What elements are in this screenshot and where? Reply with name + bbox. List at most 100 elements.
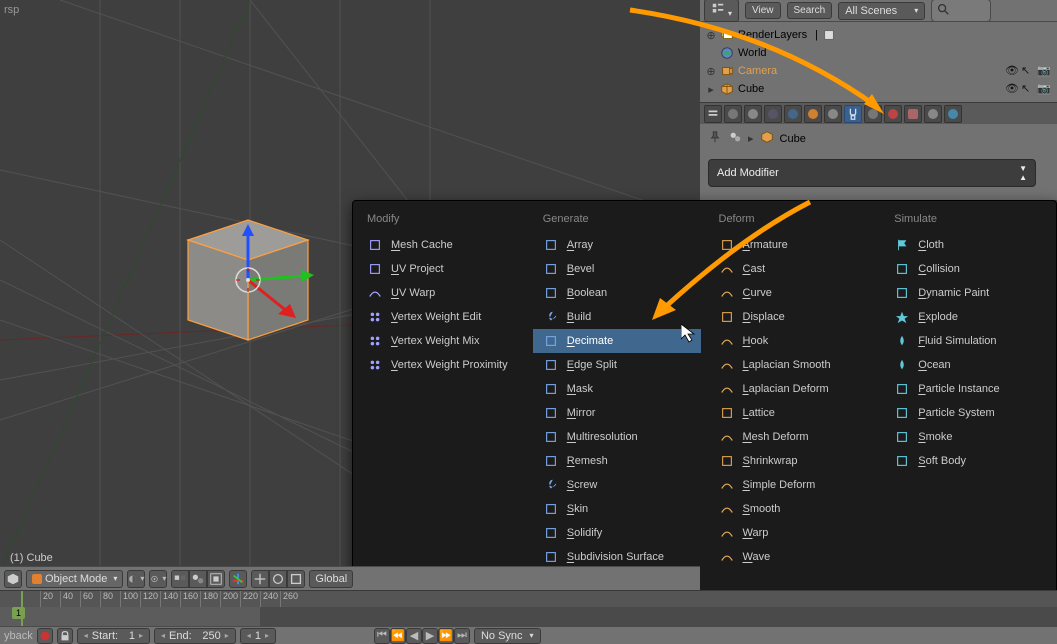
modifier-wave[interactable]: Wave: [709, 545, 877, 569]
keyframe-next-icon[interactable]: ⏩: [438, 628, 454, 644]
modifier-simple-deform[interactable]: Simple Deform: [709, 473, 877, 497]
orientation-dropdown[interactable]: Global: [309, 570, 353, 588]
modifier-curve[interactable]: Curve: [709, 281, 877, 305]
prop-tab-particles[interactable]: [924, 105, 942, 123]
manip-rotate[interactable]: [269, 570, 287, 588]
layer-button[interactable]: [171, 570, 189, 588]
render-icon[interactable]: 📷: [1037, 82, 1051, 96]
layer-button[interactable]: [207, 570, 225, 588]
render-icon[interactable]: 📷: [1037, 64, 1051, 78]
outliner-row-renderlayers[interactable]: ⊕ RenderLayers |: [706, 26, 1051, 44]
record-icon[interactable]: [37, 628, 53, 644]
outliner-row-camera[interactable]: ⊕ Camera 👁 ↖ 📷: [706, 62, 1051, 80]
pivot-dropdown[interactable]: ▾: [149, 570, 167, 588]
modifier-particle-system[interactable]: Particle System: [884, 401, 1052, 425]
modifier-uv-warp[interactable]: UV Warp: [357, 281, 525, 305]
editor-type-icon[interactable]: ▾: [704, 0, 739, 22]
outliner-search-menu[interactable]: Search: [787, 2, 833, 19]
prop-tab-data[interactable]: [864, 105, 882, 123]
modifier-explode[interactable]: Explode: [884, 305, 1052, 329]
modifier-mesh-deform[interactable]: Mesh Deform: [709, 425, 877, 449]
expand-icon[interactable]: ▸: [706, 83, 716, 96]
modifier-smoke[interactable]: Smoke: [884, 425, 1052, 449]
prop-tab-constraints[interactable]: [824, 105, 842, 123]
viewport-shading-dropdown[interactable]: ▾: [127, 570, 145, 588]
modifier-uv-project[interactable]: UV Project: [357, 257, 525, 281]
timeline[interactable]: 20406080100120140160180200220240260 1: [0, 590, 1057, 626]
modifier-bevel[interactable]: Bevel: [533, 257, 701, 281]
modifier-vertex-weight-proximity[interactable]: Vertex Weight Proximity: [357, 353, 525, 377]
keyframe-prev-icon[interactable]: ⏪: [390, 628, 406, 644]
modifier-solidify[interactable]: Solidify: [533, 521, 701, 545]
modifier-shrinkwrap[interactable]: Shrinkwrap: [709, 449, 877, 473]
prop-tab-material[interactable]: [884, 105, 902, 123]
modifier-fluid-simulation[interactable]: Fluid Simulation: [884, 329, 1052, 353]
prop-tab-world[interactable]: [784, 105, 802, 123]
editor-type-icon[interactable]: [4, 570, 22, 588]
outliner-scope-dropdown[interactable]: All Scenes▾: [838, 2, 925, 20]
outliner-search-input[interactable]: [931, 0, 991, 22]
modifier-array[interactable]: Array: [533, 233, 701, 257]
modifier-laplacian-deform[interactable]: Laplacian Deform: [709, 377, 877, 401]
outliner-row-cube[interactable]: ▸ Cube 👁 ↖ 📷: [706, 80, 1051, 98]
end-frame-field[interactable]: ◂End: 250▸: [154, 628, 236, 644]
modifier-vertex-weight-edit[interactable]: Vertex Weight Edit: [357, 305, 525, 329]
layer-button[interactable]: [189, 570, 207, 588]
start-frame-field[interactable]: ◂Start: 1▸: [77, 628, 150, 644]
modifier-multiresolution[interactable]: Multiresolution: [533, 425, 701, 449]
modifier-particle-instance[interactable]: Particle Instance: [884, 377, 1052, 401]
modifier-armature[interactable]: Armature: [709, 233, 877, 257]
eye-icon[interactable]: 👁: [1005, 82, 1019, 96]
modifier-soft-body[interactable]: Soft Body: [884, 449, 1052, 473]
modifier-build[interactable]: Build: [533, 305, 701, 329]
outliner-view-menu[interactable]: View: [745, 2, 781, 19]
modifier-laplacian-smooth[interactable]: Laplacian Smooth: [709, 353, 877, 377]
outliner-tree[interactable]: ⊕ RenderLayers | World ⊕ Camera 👁 ↖ 📷 ▸ …: [700, 22, 1057, 102]
lock-icon[interactable]: [57, 628, 73, 644]
eye-icon[interactable]: 👁: [1005, 64, 1019, 78]
modifier-screw[interactable]: Screw: [533, 473, 701, 497]
cursor-icon[interactable]: ↖: [1021, 64, 1035, 78]
modifier-mirror[interactable]: Mirror: [533, 401, 701, 425]
modifier-cast[interactable]: Cast: [709, 257, 877, 281]
timeline-track[interactable]: 1: [0, 607, 1057, 627]
cursor-icon[interactable]: ↖: [1021, 82, 1035, 96]
modifier-warp[interactable]: Warp: [709, 521, 877, 545]
modifier-edge-split[interactable]: Edge Split: [533, 353, 701, 377]
expand-icon[interactable]: ⊕: [706, 65, 716, 78]
prop-tab-object[interactable]: [804, 105, 822, 123]
prop-tab-physics[interactable]: [944, 105, 962, 123]
modifier-remesh[interactable]: Remesh: [533, 449, 701, 473]
modifier-ocean[interactable]: Ocean: [884, 353, 1052, 377]
modifier-hook[interactable]: Hook: [709, 329, 877, 353]
prop-tab-renderlayers[interactable]: [744, 105, 762, 123]
manipulator-toggle[interactable]: [229, 570, 247, 588]
play-icon[interactable]: ▶: [422, 628, 438, 644]
modifier-mesh-cache[interactable]: Mesh Cache: [357, 233, 525, 257]
jump-start-icon[interactable]: ⏮: [374, 628, 390, 644]
prop-tab-scene[interactable]: [764, 105, 782, 123]
cube-object[interactable]: [178, 210, 318, 350]
prop-tab-render[interactable]: [724, 105, 742, 123]
pin-icon[interactable]: [708, 130, 722, 147]
modifier-boolean[interactable]: Boolean: [533, 281, 701, 305]
manip-scale[interactable]: [287, 570, 305, 588]
mode-dropdown[interactable]: Object Mode▾: [26, 570, 123, 588]
current-frame-field[interactable]: ◂1▸: [240, 628, 276, 644]
play-reverse-icon[interactable]: ◀: [406, 628, 422, 644]
modifier-vertex-weight-mix[interactable]: Vertex Weight Mix: [357, 329, 525, 353]
modifier-mask[interactable]: Mask: [533, 377, 701, 401]
timeline-ruler[interactable]: 20406080100120140160180200220240260: [0, 591, 1057, 607]
modifier-decimate[interactable]: Decimate: [533, 329, 701, 353]
modifier-collision[interactable]: Collision: [884, 257, 1052, 281]
expand-icon[interactable]: ⊕: [706, 29, 716, 42]
modifier-dynamic-paint[interactable]: Dynamic Paint: [884, 281, 1052, 305]
modifier-cloth[interactable]: Cloth: [884, 233, 1052, 257]
modifier-lattice[interactable]: Lattice: [709, 401, 877, 425]
outliner-row-world[interactable]: World: [706, 44, 1051, 62]
modifier-skin[interactable]: Skin: [533, 497, 701, 521]
prop-tab-modifiers[interactable]: [844, 105, 862, 123]
modifier-displace[interactable]: Displace: [709, 305, 877, 329]
jump-end-icon[interactable]: ⏭: [454, 628, 470, 644]
modifier-smooth[interactable]: Smooth: [709, 497, 877, 521]
